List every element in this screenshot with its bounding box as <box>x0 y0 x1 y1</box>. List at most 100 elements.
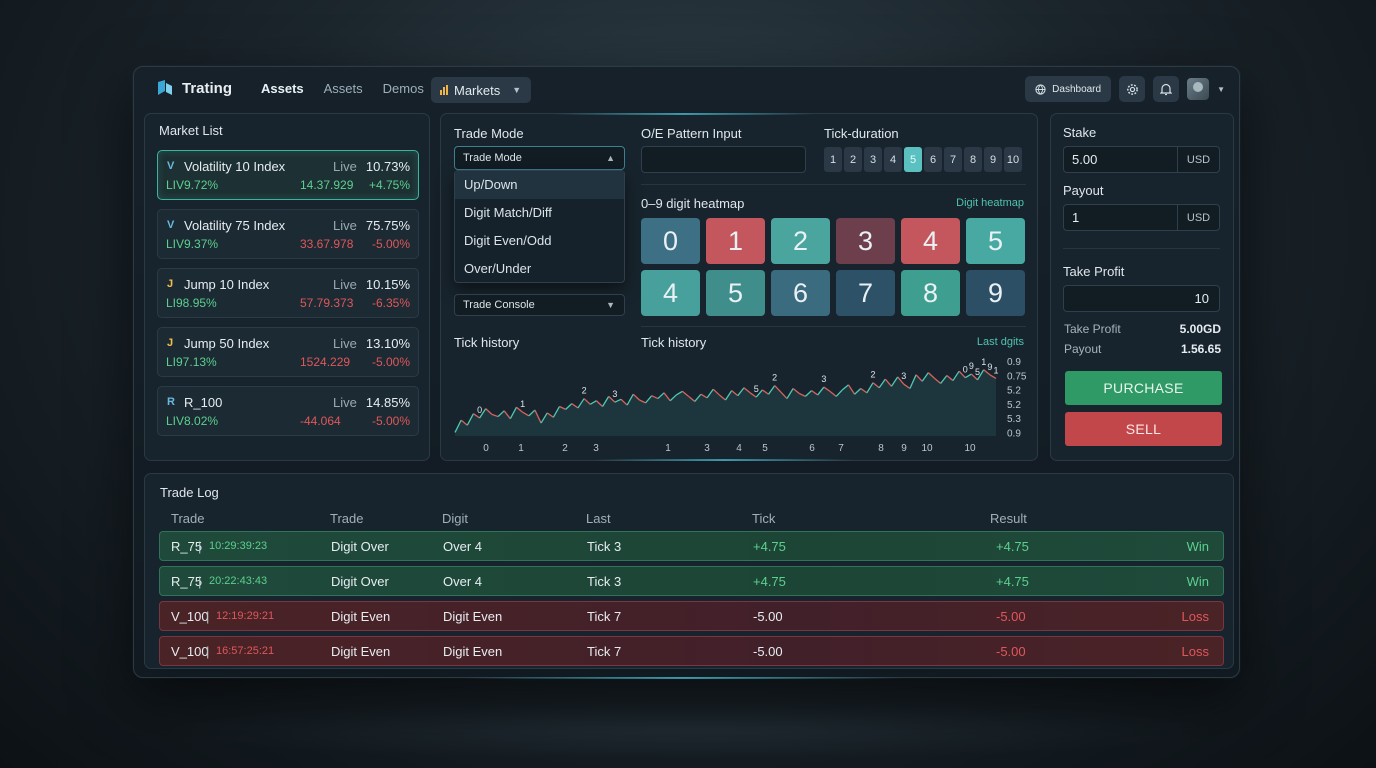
market-live-label: Live <box>333 336 357 351</box>
tick-duration-option[interactable]: 9 <box>984 147 1002 172</box>
market-item[interactable]: R R_100 Live 14.85% LIV8.02% -44.064 -5.00% <box>157 386 419 436</box>
brand[interactable]: Trating <box>156 79 232 97</box>
market-change: -6.35% <box>371 296 410 310</box>
floor-reflection <box>160 700 1220 760</box>
trade-console-select[interactable]: Trade Console ▼ <box>454 294 625 316</box>
trade-mode-select[interactable]: Trade Mode ▲ <box>454 146 625 170</box>
chart-digit-label: 0 <box>963 365 968 375</box>
chart-y-tick-label: 0.75 <box>1007 371 1027 382</box>
heatmap-cell[interactable]: 5 <box>966 218 1025 264</box>
tick-duration-option[interactable]: 4 <box>884 147 902 172</box>
market-item[interactable]: J Jump 10 Index Live 10.15% LI98.95% 57.79.37… <box>157 268 419 318</box>
heatmap-cell[interactable]: 2 <box>771 218 830 264</box>
pattern-input[interactable] <box>641 146 806 173</box>
markets-dropdown-button[interactable]: Markets ▼ <box>431 77 531 103</box>
avatar[interactable] <box>1187 78 1210 100</box>
gear-icon <box>1126 83 1138 95</box>
dropdown-option-digit-even-odd[interactable]: Digit Even/Odd <box>455 227 624 255</box>
chevron-down-icon[interactable]: ▼ <box>1217 85 1225 94</box>
nav-item-demos[interactable]: Demos <box>383 81 424 96</box>
tick-duration-option[interactable]: 1 <box>824 147 842 172</box>
payout-input[interactable]: 1 USD <box>1063 204 1220 231</box>
payout-currency: USD <box>1177 205 1219 230</box>
table-row[interactable]: V_100 | 16:57:25:21 Digit Even Digit Even Tic… <box>159 636 1224 666</box>
market-list-panel: Market List V Volatility 10 Index Live 10.7… <box>144 113 430 461</box>
chart-x-tick-label: 6 <box>809 443 815 454</box>
pattern-input-label: O/E Pattern Input <box>641 126 742 141</box>
trade-center-panel: Trade Mode Trade Mode ▲ Up/Down Digit Ma… <box>440 113 1038 461</box>
market-icon: J <box>167 278 174 290</box>
dropdown-option-digit-match-diff[interactable]: Digit Match/Diff <box>455 199 624 227</box>
chart-x-tick-label: 5 <box>762 443 768 454</box>
separator: | <box>198 574 202 589</box>
heatmap-cell[interactable]: 4 <box>641 270 700 316</box>
tick-duration-option[interactable]: 5 <box>904 147 922 172</box>
purchase-button[interactable]: PURCHASE <box>1065 371 1222 405</box>
chart-y-tick-label: 0.9 <box>1007 429 1021 440</box>
tick-duration-option[interactable]: 10 <box>1004 147 1022 172</box>
market-item[interactable]: J Jump 50 Index Live 13.10% LI97.13% 1524.229… <box>157 327 419 377</box>
stake-input[interactable]: 5.00 USD <box>1063 146 1220 173</box>
market-list-title: Market List <box>159 123 223 138</box>
market-item[interactable]: V Volatility 10 Index Live 10.73% LIV9.72% 14… <box>157 150 419 200</box>
sell-button[interactable]: SELL <box>1065 412 1222 446</box>
chart-x-tick-label: 9 <box>901 443 907 454</box>
heatmap-title: 0–9 digit heatmap <box>641 196 745 211</box>
chart-digit-label: 1 <box>981 357 986 367</box>
market-item[interactable]: V Volatility 75 Index Live 75.75% LIV9.37% 33… <box>157 209 419 259</box>
market-live-label: Live <box>333 218 357 233</box>
heatmap-cell[interactable]: 3 <box>836 218 895 264</box>
heatmap-cell[interactable]: 4 <box>901 218 960 264</box>
market-live-label: Live <box>333 159 357 174</box>
market-sub-value: LIV8.02% <box>166 414 219 428</box>
market-icon: V <box>167 219 175 231</box>
chart-digit-label: 2 <box>582 386 587 396</box>
notifications-button[interactable] <box>1153 76 1180 102</box>
table-row[interactable]: R_75 | 10:29:39:23 Digit Over Over 4 Tick 3 +4… <box>159 531 1224 561</box>
dashboard-button[interactable]: Dashboard <box>1025 76 1112 102</box>
heatmap-cell[interactable]: 8 <box>901 270 960 316</box>
tick-duration-option[interactable]: 3 <box>864 147 882 172</box>
heatmap-cell[interactable]: 9 <box>966 270 1025 316</box>
take-profit-input[interactable]: 10 <box>1063 285 1220 312</box>
payout-value: 1 <box>1072 210 1080 225</box>
table-row[interactable]: R_75 | 20:22:43:43 Digit Over Over 4 Tick 3 +4… <box>159 566 1224 596</box>
heatmap-cell[interactable]: 0 <box>641 218 700 264</box>
col-header-trade: Trade <box>171 511 205 526</box>
market-change: -5.00% <box>371 355 410 369</box>
markets-label: Markets <box>454 82 501 98</box>
table-row[interactable]: V_100 | 12:19:29:21 Digit Even Digit Even Tic… <box>159 601 1224 631</box>
chart-x-tick-label: 3 <box>593 443 599 454</box>
chart-x-tick-label: 4 <box>736 443 742 454</box>
trade-tick: -5.00 <box>753 644 783 659</box>
chart-y-tick-label: 5.2 <box>1007 386 1021 397</box>
dropdown-option-over-under[interactable]: Over/Under <box>455 255 624 283</box>
bell-icon <box>1160 83 1173 95</box>
heatmap-link[interactable]: Digit heatmap <box>956 197 1024 209</box>
heatmap-cell[interactable]: 7 <box>836 270 895 316</box>
tick-duration-option[interactable]: 7 <box>944 147 962 172</box>
trade-tick: +4.75 <box>753 574 786 589</box>
nav-item-assets[interactable]: Assets <box>261 81 304 96</box>
dashboard-label: Dashboard <box>1052 83 1102 95</box>
trade-status: Loss <box>1181 644 1209 659</box>
summary-take-profit: Take Profit 5.00GD <box>1064 322 1221 336</box>
summary-payout: Payout 1.56.65 <box>1064 342 1221 356</box>
heatmap-cell[interactable]: 1 <box>706 218 765 264</box>
divider <box>1063 248 1220 249</box>
tick-duration-option[interactable]: 6 <box>924 147 942 172</box>
tick-duration-option[interactable]: 8 <box>964 147 982 172</box>
trade-result: -5.00 <box>996 644 1026 659</box>
stake-value: 5.00 <box>1072 152 1098 167</box>
tick-duration-option[interactable]: 2 <box>844 147 862 172</box>
last-digits-link[interactable]: Last dgits <box>977 336 1024 348</box>
stake-label: Stake <box>1063 125 1097 140</box>
dropdown-option-up-down[interactable]: Up/Down <box>455 171 624 199</box>
chart-x-tick-label: 10 <box>921 443 933 454</box>
market-sub-value: LI98.95% <box>166 296 217 310</box>
trade-last: Tick 3 <box>587 539 622 554</box>
heatmap-cell[interactable]: 5 <box>706 270 765 316</box>
settings-button[interactable] <box>1119 76 1146 102</box>
nav-item-assets-2[interactable]: Assets <box>324 81 363 96</box>
heatmap-cell[interactable]: 6 <box>771 270 830 316</box>
